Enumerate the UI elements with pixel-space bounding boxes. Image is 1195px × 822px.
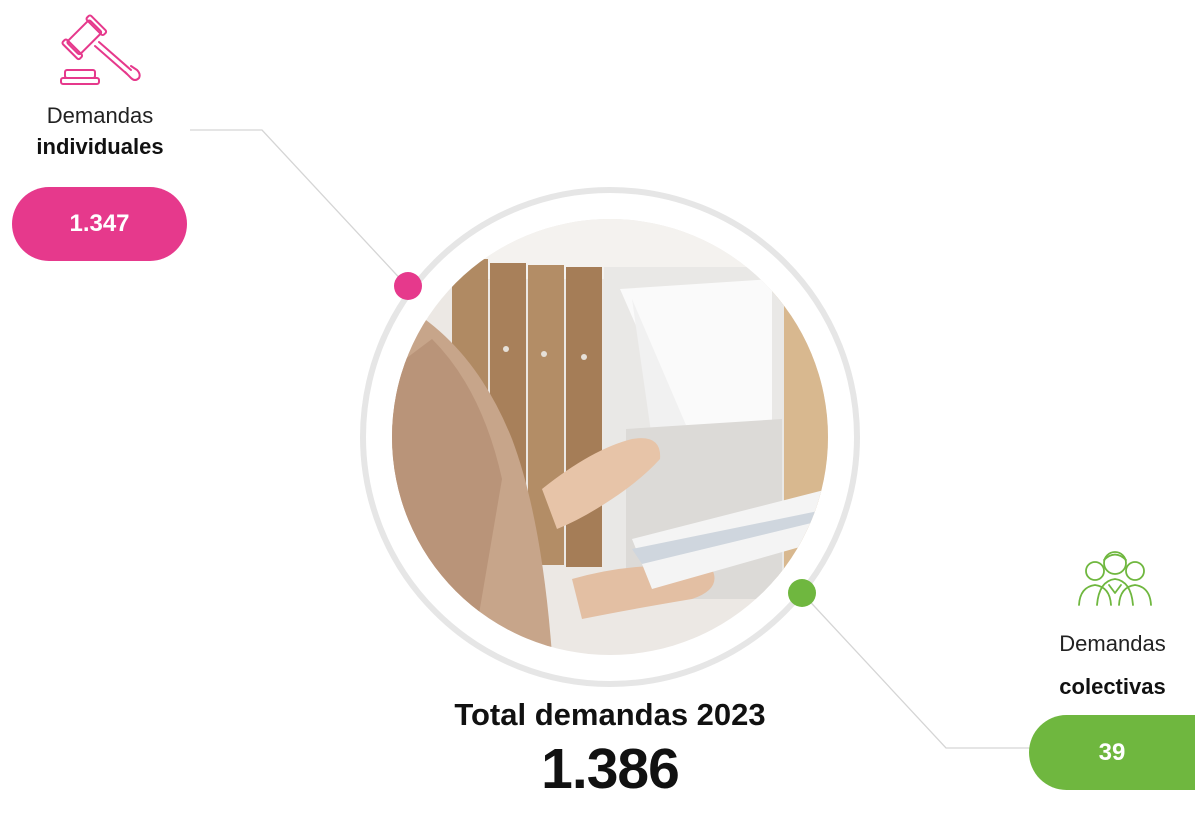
individual-label-light: Demandas [46,103,154,128]
hands-filing-documents-photo [392,219,828,655]
individual-connector-dot [394,272,422,300]
individual-value: 1.347 [69,210,130,237]
collective-label: Demandas colectivas [1030,628,1195,702]
individual-label-bold: individuales [36,134,164,159]
group-of-people-icon [1075,545,1155,607]
individual-connector-line [190,129,407,286]
individual-label: Demandas individuales [10,100,190,162]
gavel-icon [55,8,145,88]
total-value: 1.386 [541,737,680,801]
collective-connector-dot [788,579,816,607]
collective-label-bold: colectivas [1059,674,1166,699]
collective-value-pill: 39 [1029,715,1195,790]
total-title: Total demandas 2023 [454,697,766,732]
collective-value: 39 [1098,738,1126,766]
infographic: { "colors": { "pink": "#e6398c", "green"… [0,0,1195,822]
individual-value-pill: 1.347 [12,187,187,261]
collective-label-light: Demandas [1059,631,1166,656]
